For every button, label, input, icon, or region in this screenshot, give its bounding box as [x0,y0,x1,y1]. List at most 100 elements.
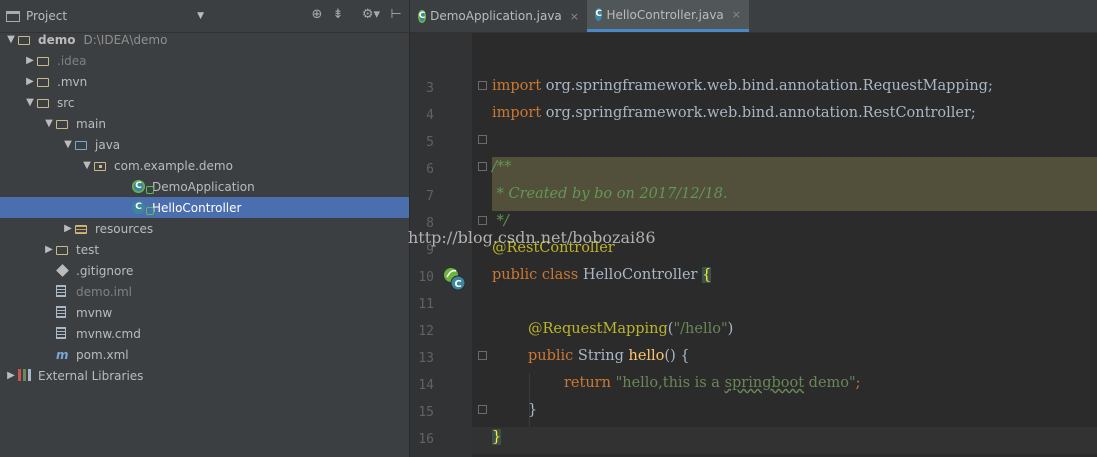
chevron-down-icon[interactable]: ▼ [197,11,204,21]
import-path: org.springframework.web.bind.annotation.… [541,78,993,94]
project-icon [6,11,20,22]
collapse-arrow-icon[interactable]: ▶ [23,55,37,66]
indent-guide [529,373,530,427]
editor-tab[interactable]: C DemoApplication.java × [410,0,587,32]
keyword: public [528,348,578,364]
expand-arrow-icon[interactable]: ▼ [42,118,56,129]
tree-item[interactable]: ▶ test [0,239,409,260]
fold-end-icon[interactable] [478,405,487,414]
fold-start-icon[interactable] [478,351,487,360]
code-line-14: return "hello,this is a springboot demo"… [564,375,861,391]
editor-area: C DemoApplication.java × C HelloController.j… [408,0,1097,457]
editor-tabs: C DemoApplication.java × C HelloController.j… [410,0,1097,33]
method-signature: () { [664,348,690,364]
fold-end-icon[interactable] [478,135,487,144]
tree-item-label: DemoApplication [152,179,255,194]
tree-item[interactable]: .gitignore [0,260,409,281]
tree-item-label: demo.iml [76,284,132,299]
tree-item[interactable]: C DemoApplication [0,176,409,197]
svg-text:C: C [454,279,461,290]
code-line-12: @RequestMapping("/hello") [528,321,733,337]
folder-icon [37,75,53,89]
keyword: import [492,105,542,121]
line-number: 11 [418,297,434,312]
package-icon [94,159,110,173]
close-brace: } [492,429,502,445]
collapse-arrow-icon[interactable]: ▶ [4,370,18,381]
tree-item-label: resources [95,221,154,236]
resources-folder-icon [75,222,91,236]
tree-item-label: src [57,95,75,110]
import-path: org.springframework.web.bind.annotation.… [541,105,976,121]
semicolon: ; [855,375,861,391]
collapse-all-icon[interactable]: ⇟ [329,6,347,24]
maven-icon: m [56,347,69,362]
string-literal: "/hello" [673,321,728,337]
code-line-8: */ [492,213,509,229]
class-icon: C [595,8,603,21]
module-folder-icon [18,33,34,47]
tree-item[interactable]: ▼ main [0,113,409,134]
libraries-icon [18,368,34,383]
text-file-icon [56,305,72,320]
tree-item-label: HelloController [152,200,242,215]
line-number: 16 [418,432,434,447]
collapse-arrow-icon[interactable]: ▶ [61,223,75,234]
line-number: 14 [418,378,434,393]
class-name: HelloController [582,267,703,283]
spring-bean-gutter-icon[interactable]: C [442,266,468,292]
folder-icon [37,96,53,110]
tree-item[interactable]: ▼ com.example.demo [0,155,409,176]
fold-start-icon[interactable] [478,81,487,90]
keyword: import [492,78,542,94]
editor-tab[interactable]: C HelloController.java × [587,0,749,32]
doc-comment-highlight [492,157,1097,211]
keyword: public class [492,267,583,283]
collapse-arrow-icon[interactable]: ▶ [23,76,37,87]
folder-icon [56,243,72,257]
tree-item[interactable]: ▼ demo D:\IDEA\demo [0,29,409,50]
close-icon[interactable]: × [732,8,741,21]
expand-arrow-icon[interactable]: ▼ [80,160,94,171]
tree-item[interactable]: demo.iml [0,281,409,302]
hide-panel-icon[interactable]: ⊢ [387,6,405,24]
tree-item-label: .idea [57,53,87,68]
fold-start-icon[interactable] [478,162,487,171]
tab-label: HelloController.java [606,7,724,22]
class-icon: C [132,200,154,215]
tree-item[interactable]: ▶ .mvn [0,71,409,92]
tree-item[interactable]: mvnw.cmd [0,323,409,344]
code-line-13: public String hello() { [528,348,690,364]
gear-icon[interactable]: ⚙▾ [358,6,384,24]
tree-item-label: mvnw.cmd [76,326,141,341]
string-literal: "hello,this is a [615,375,725,391]
scroll-from-source-icon[interactable]: ⊕ [308,6,326,24]
folder-icon [56,117,72,131]
tree-item[interactable]: mvnw [0,302,409,323]
code-line-6: /** [492,159,512,175]
tree-item[interactable]: ▶ External Libraries [0,365,409,386]
fold-end-icon[interactable] [478,216,487,225]
expand-arrow-icon[interactable]: ▼ [4,34,18,45]
line-number: 5 [426,135,434,150]
source-folder-icon [75,138,91,152]
project-view-selector[interactable]: Project ▼ [4,5,208,27]
line-number: 12 [418,324,434,339]
project-tree: ▼ demo D:\IDEA\demo ▶ .idea ▶ .mvn ▼ src ▼ main ▼ ja… [0,29,409,386]
tree-item[interactable]: C HelloController [0,197,409,218]
close-icon[interactable]: × [570,10,579,23]
string-literal: demo" [804,375,856,391]
tree-item-label: External Libraries [38,368,144,383]
tree-item[interactable]: ▼ src [0,92,409,113]
type-name: String [577,348,629,364]
tree-item[interactable]: ▼ java [0,134,409,155]
tree-item[interactable]: m pom.xml [0,344,409,365]
project-view-label: Project [26,9,68,23]
expand-arrow-icon[interactable]: ▼ [23,97,37,108]
expand-arrow-icon[interactable]: ▼ [61,139,75,150]
collapse-arrow-icon[interactable]: ▶ [42,244,56,255]
tree-item[interactable]: ▶ .idea [0,50,409,71]
tree-item[interactable]: ▶ resources [0,218,409,239]
code-line-7: * Created by bo on 2017/12/18. [492,186,728,202]
code-view[interactable]: 3 4 5 6 7 8 9 10 11 12 13 14 15 16 import org.springf… [408,33,1097,457]
